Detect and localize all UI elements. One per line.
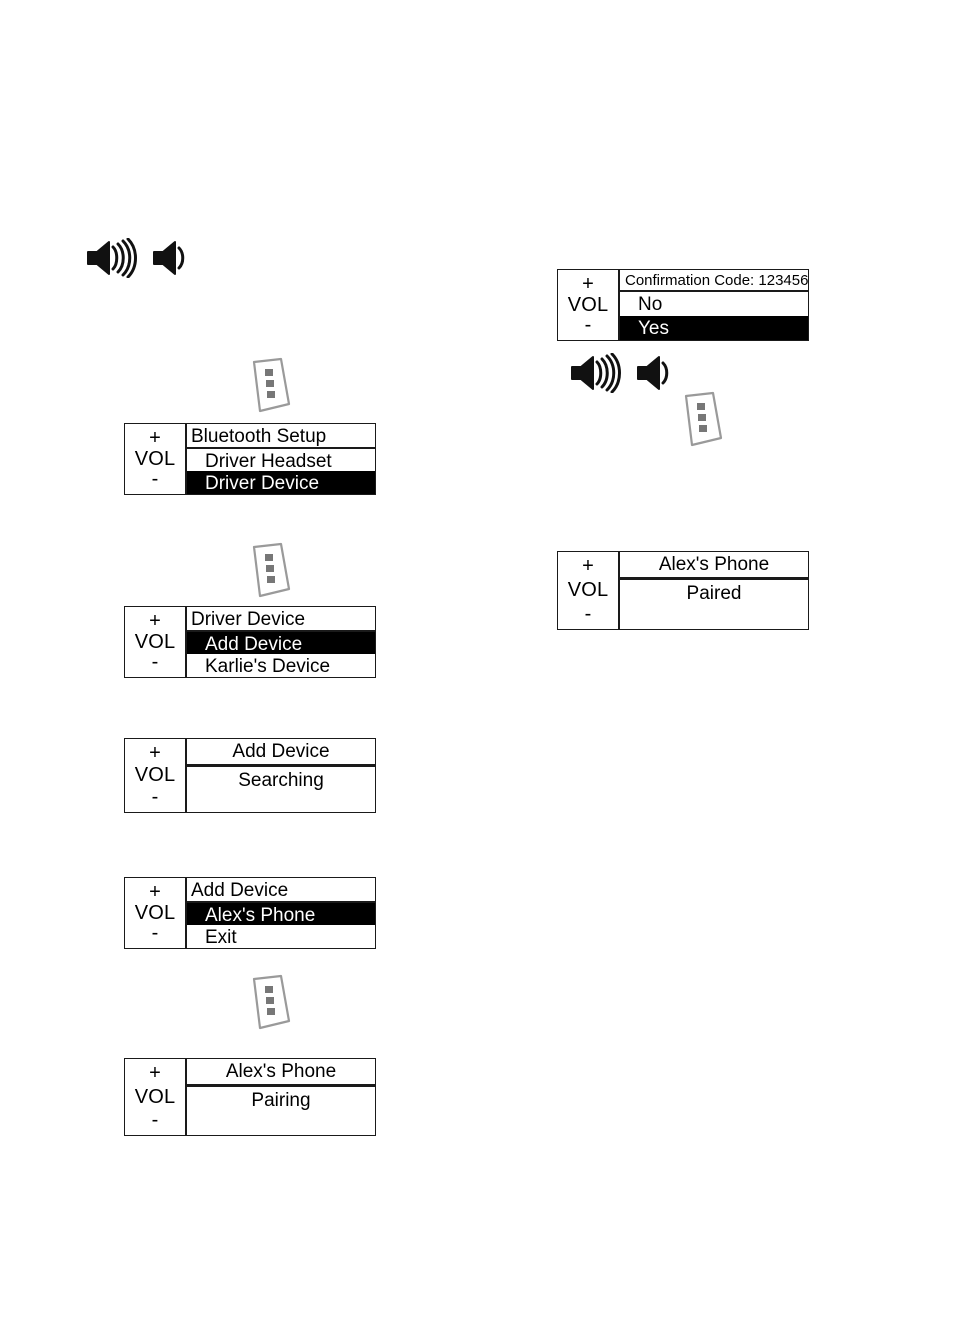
volume-up-button[interactable]: + <box>149 882 161 902</box>
volume-control[interactable]: + VOL - <box>558 270 620 340</box>
volume-label: VOL <box>134 1085 176 1108</box>
volume-down-button[interactable]: - <box>152 1110 159 1130</box>
press-button-icon[interactable] <box>672 390 730 448</box>
screen-title: Bluetooth Setup <box>187 424 375 449</box>
screen-title: Alex's Phone <box>187 1059 375 1087</box>
screen-title: Driver Device <box>187 607 375 632</box>
menu-item-driver-device[interactable]: Driver Device <box>187 471 375 495</box>
screen-alexs-phone-paired: + VOL - Alex's Phone Paired <box>557 551 809 630</box>
screen-display: Driver Device Add Device Karlie's Device <box>187 607 375 677</box>
volume-up-button[interactable]: + <box>582 274 594 294</box>
press-button-icon[interactable] <box>240 356 298 414</box>
volume-up-button[interactable]: + <box>149 611 161 631</box>
volume-up-button[interactable]: + <box>149 743 161 763</box>
menu-item-no[interactable]: No <box>620 292 808 316</box>
screen-confirmation-code: + VOL - Confirmation Code: 123456 No Yes <box>557 269 809 341</box>
screen-display: Alex's Phone Pairing <box>187 1059 375 1135</box>
volume-down-button[interactable]: - <box>585 604 592 624</box>
volume-control[interactable]: + VOL - <box>558 552 620 629</box>
volume-down-button[interactable]: - <box>152 652 159 672</box>
press-button-icon[interactable] <box>240 973 298 1031</box>
volume-up-button[interactable]: + <box>149 428 161 448</box>
speaker-quiet-icon <box>634 353 674 398</box>
speaker-icon-pair-left <box>84 237 202 283</box>
press-button-icon[interactable] <box>240 541 298 599</box>
screen-status-text: Searching <box>238 770 324 791</box>
screen-status-text: Pairing <box>251 1090 311 1111</box>
screen-display: Confirmation Code: 123456 No Yes <box>620 270 808 340</box>
volume-control[interactable]: + VOL - <box>125 739 187 812</box>
speaker-quiet-icon <box>150 238 190 283</box>
menu-item-driver-headset[interactable]: Driver Headset <box>187 449 375 472</box>
screen-display: Bluetooth Setup Driver Headset Driver De… <box>187 424 375 495</box>
volume-label: VOL <box>134 901 176 924</box>
screen-driver-device: + VOL - Driver Device Add Device Karlie'… <box>124 606 376 678</box>
volume-label: VOL <box>134 764 176 786</box>
menu-item-add-device[interactable]: Add Device <box>187 631 375 655</box>
volume-up-button[interactable]: + <box>149 1063 161 1083</box>
screen-display: Add Device Searching <box>187 739 375 812</box>
screen-alexs-phone-pairing: + VOL - Alex's Phone Pairing <box>124 1058 376 1136</box>
volume-label: VOL <box>134 447 176 470</box>
volume-label: VOL <box>567 293 609 316</box>
volume-control[interactable]: + VOL - <box>125 424 187 494</box>
manual-page: + VOL - Bluetooth Setup Driver Headset D… <box>0 0 954 1321</box>
screen-status-text: Paired <box>686 583 742 604</box>
volume-control[interactable]: + VOL - <box>125 1059 187 1135</box>
volume-control[interactable]: + VOL - <box>125 607 187 677</box>
speaker-loud-icon <box>84 237 138 283</box>
screen-title: Add Device <box>187 878 375 903</box>
menu-item-yes[interactable]: Yes <box>620 316 808 340</box>
screen-display: Alex's Phone Paired <box>620 552 808 629</box>
screen-add-device-found: + VOL - Add Device Alex's Phone Exit <box>124 877 376 949</box>
menu-item-alexs-phone[interactable]: Alex's Phone <box>187 902 375 926</box>
volume-down-button[interactable]: - <box>152 469 159 489</box>
volume-down-button[interactable]: - <box>585 315 592 335</box>
confirmation-code-title: Confirmation Code: 123456 <box>620 270 808 293</box>
screen-add-device-searching: + VOL - Add Device Searching <box>124 738 376 813</box>
screen-bluetooth-setup: + VOL - Bluetooth Setup Driver Headset D… <box>124 423 376 495</box>
volume-up-button[interactable]: + <box>582 556 594 576</box>
speaker-loud-icon <box>568 352 622 398</box>
volume-control[interactable]: + VOL - <box>125 878 187 948</box>
screen-display: Add Device Alex's Phone Exit <box>187 878 375 948</box>
volume-down-button[interactable]: - <box>152 787 159 807</box>
volume-label: VOL <box>134 630 176 653</box>
screen-title: Add Device <box>187 739 375 767</box>
menu-item-exit[interactable]: Exit <box>187 925 375 948</box>
volume-label: VOL <box>567 579 609 601</box>
speaker-icon-pair-right <box>568 352 686 398</box>
menu-item-karlies-device[interactable]: Karlie's Device <box>187 654 375 677</box>
volume-down-button[interactable]: - <box>152 923 159 943</box>
screen-title: Alex's Phone <box>620 552 808 580</box>
